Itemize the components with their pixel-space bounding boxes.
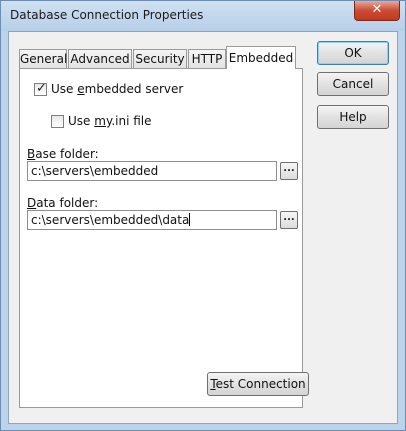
tab-advanced[interactable]: Advanced: [68, 49, 132, 68]
ellipsis-icon: ...: [283, 163, 295, 174]
tab-security[interactable]: Security: [133, 49, 187, 68]
use-myini-label: Use my.ini file: [68, 114, 152, 128]
ok-button[interactable]: OK: [317, 41, 389, 65]
cancel-button[interactable]: Cancel: [317, 72, 389, 96]
base-folder-browse-button[interactable]: ...: [280, 162, 298, 180]
use-embedded-server-label: Use embedded server: [51, 82, 184, 96]
use-myini-checkbox[interactable]: [51, 115, 64, 128]
use-embedded-server-checkbox[interactable]: ✓: [34, 81, 47, 96]
close-icon: ✕: [371, 2, 383, 17]
dialog-window: Database Connection Properties ✕ General…: [0, 0, 406, 431]
data-folder-input[interactable]: c:\servers\embedded\data: [27, 210, 277, 230]
text-cursor: [189, 213, 191, 226]
base-folder-label: Base folder:: [27, 147, 99, 161]
tab-http[interactable]: HTTP: [188, 49, 226, 68]
test-connection-button[interactable]: Test Connection: [207, 372, 309, 396]
dialog-client-area: General Advanced Security HTTP Embedded …: [8, 31, 398, 424]
help-button[interactable]: Help: [317, 105, 389, 129]
window-title: Database Connection Properties: [10, 8, 204, 22]
data-folder-label: Data folder:: [27, 196, 99, 210]
close-button[interactable]: ✕: [354, 1, 400, 21]
tab-embedded[interactable]: Embedded: [226, 46, 296, 69]
base-folder-input[interactable]: c:\servers\embedded: [27, 161, 277, 181]
ellipsis-icon: ...: [283, 212, 295, 223]
embedded-tab-panel: ✓ Use embedded server Use my.ini file Ba…: [19, 68, 309, 408]
data-folder-browse-button[interactable]: ...: [280, 211, 298, 229]
tab-general[interactable]: General: [19, 49, 67, 68]
title-bar: Database Connection Properties ✕: [1, 1, 405, 31]
tab-strip: General Advanced Security HTTP Embedded: [19, 46, 296, 69]
checkmark-icon: ✓: [36, 81, 47, 96]
